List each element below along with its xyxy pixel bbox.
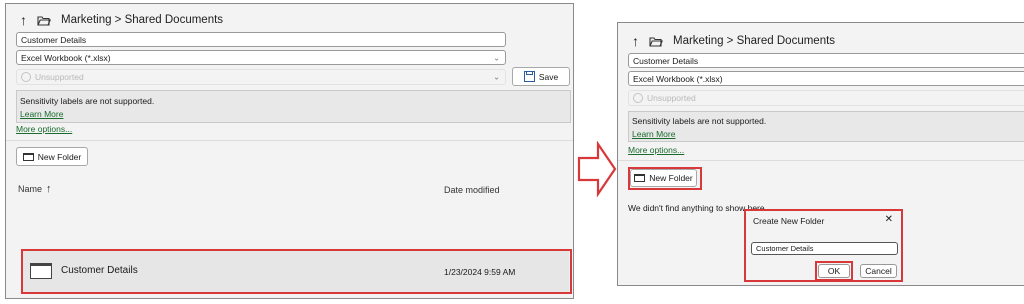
folder-name-input[interactable]: Customer Details (751, 242, 898, 255)
save-label: Save (538, 71, 559, 82)
breadcrumb: ↑ Marketing > Shared Documents (20, 12, 223, 28)
highlight-frame (815, 261, 853, 281)
folder-open-icon (649, 36, 663, 47)
new-folder-label: New Folder (37, 151, 82, 162)
sensitivity-value: Unsupported (647, 93, 696, 103)
folder-icon (22, 152, 34, 161)
more-options-link[interactable]: More options... (16, 124, 72, 134)
learn-more-link[interactable]: Learn More (632, 129, 675, 139)
file-type-value: Excel Workbook (*.xlsx) (633, 73, 723, 84)
save-button[interactable]: Save (512, 67, 570, 86)
chevron-down-icon: ⌄ (493, 53, 500, 62)
sensitivity-select: Unsupported (628, 90, 1024, 106)
file-type-value: Excel Workbook (*.xlsx) (21, 52, 111, 63)
breadcrumb-text[interactable]: Marketing > Shared Documents (61, 14, 223, 26)
divider (618, 160, 1024, 161)
sensitivity-notice: Sensitivity labels are not supported. Le… (628, 111, 1024, 142)
new-folder-button[interactable]: New Folder (16, 147, 88, 166)
learn-more-link[interactable]: Learn More (20, 109, 63, 119)
column-header-date[interactable]: Date modified (444, 185, 500, 195)
create-folder-dialog: Create New Folder ✕ Customer Details OK … (744, 209, 903, 282)
file-name-input[interactable]: Customer Details (16, 32, 506, 47)
close-icon[interactable]: ✕ (885, 214, 893, 225)
up-arrow-icon[interactable]: ↑ (632, 33, 639, 49)
sensitivity-select: Unsupported ⌄ (16, 69, 506, 85)
folder-open-icon (37, 15, 51, 26)
sensitivity-notice: Sensitivity labels are not supported. Le… (16, 90, 571, 123)
divider (6, 140, 573, 141)
file-name-value: Customer Details (633, 55, 699, 66)
highlight-frame (21, 249, 572, 294)
sensitivity-icon (633, 93, 643, 103)
right-arrow-icon (577, 141, 617, 198)
save-dialog-before: ↑ Marketing > Shared Documents Customer … (5, 3, 574, 299)
column-header-name[interactable]: Name ↑ (18, 183, 52, 195)
dialog-title: Create New Folder (753, 216, 825, 226)
highlight-frame (628, 167, 702, 190)
sensitivity-value: Unsupported (35, 72, 84, 82)
file-type-select[interactable]: Excel Workbook (*.xlsx) ⌄ (16, 50, 506, 65)
folder-name-value: Customer Details (756, 244, 814, 253)
sort-ascending-icon: ↑ (46, 183, 52, 195)
cancel-label: Cancel (865, 266, 892, 276)
sensitivity-icon (21, 72, 31, 82)
breadcrumb: ↑ Marketing > Shared Documents (632, 33, 835, 49)
file-name-value: Customer Details (21, 34, 87, 45)
chevron-down-icon: ⌄ (493, 72, 500, 82)
file-type-select[interactable]: Excel Workbook (*.xlsx) (628, 71, 1024, 86)
cancel-button[interactable]: Cancel (860, 264, 897, 278)
up-arrow-icon[interactable]: ↑ (20, 12, 27, 28)
save-dialog-after: ↑ Marketing > Shared Documents Customer … (617, 22, 1024, 286)
name-label: Name (18, 184, 43, 194)
more-options-link[interactable]: More options... (628, 145, 684, 155)
save-icon (523, 71, 535, 82)
notice-text: Sensitivity labels are not supported. (20, 96, 155, 106)
breadcrumb-text[interactable]: Marketing > Shared Documents (673, 35, 835, 47)
file-name-input[interactable]: Customer Details (628, 53, 1024, 68)
notice-text: Sensitivity labels are not supported. (632, 116, 767, 126)
